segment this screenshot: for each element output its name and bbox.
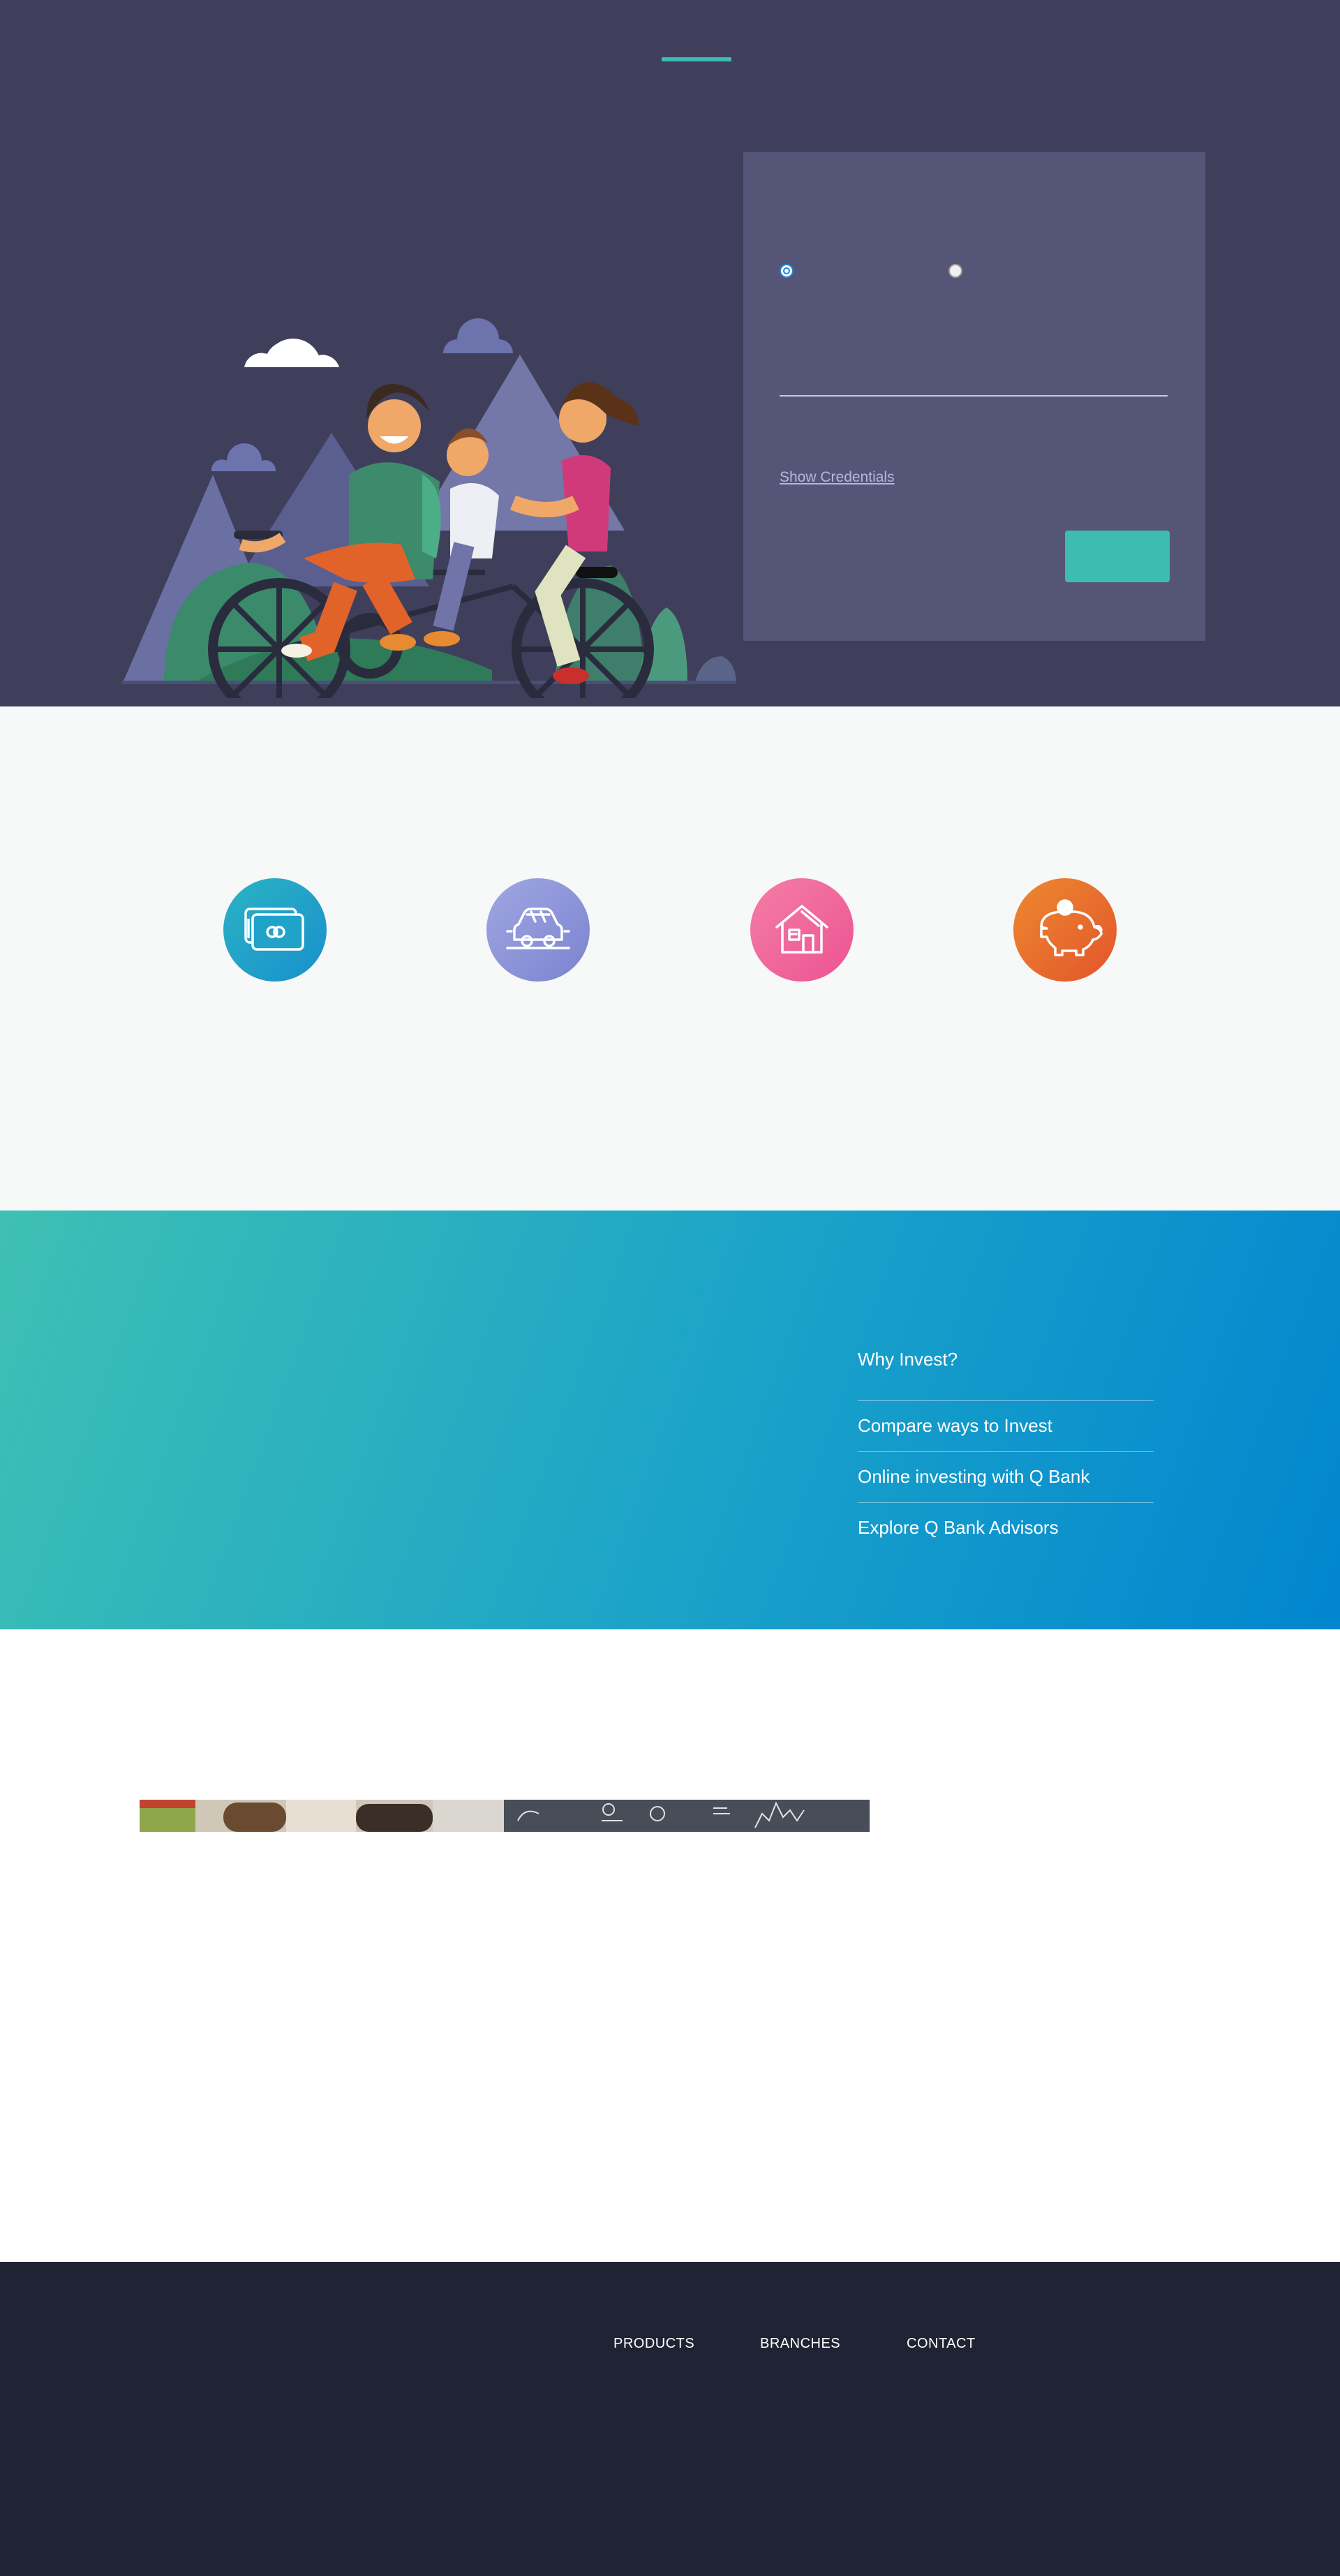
invest-menu-item[interactable]: Compare ways to Invest	[858, 1401, 1154, 1452]
footer-link-branches[interactable]: BRANCHES	[760, 2336, 840, 2352]
house-icon	[775, 905, 828, 954]
chalkboard-photo	[504, 1800, 870, 1832]
account-type-radio[interactable]	[948, 264, 962, 278]
hero-accent-bar	[662, 57, 731, 61]
feature-home-loan[interactable]	[750, 878, 854, 982]
hero-section: Show Credentials	[0, 0, 1340, 706]
feature-auto-loan[interactable]	[486, 878, 590, 982]
invest-menu-item-label[interactable]: Why Invest?	[858, 1350, 1154, 1368]
footer-nav: PRODUCTS BRANCHES CONTACT	[0, 2336, 1340, 2357]
login-input-underline[interactable]	[780, 395, 1168, 397]
invest-menu-item[interactable]: Why Invest?	[858, 1350, 1154, 1401]
cash-card-icon	[244, 908, 304, 951]
invest-menu-item[interactable]: Online investing with Q Bank	[858, 1452, 1154, 1503]
account-type-radio-selected[interactable]	[780, 264, 794, 278]
people-photo	[140, 1800, 504, 1832]
car-icon	[506, 908, 570, 949]
photo-section	[0, 1629, 1340, 2262]
invest-menu: Why Invest? Compare ways to Invest Onlin…	[858, 1350, 1154, 1554]
login-submit-button[interactable]	[1065, 531, 1170, 582]
footer-link-products[interactable]: PRODUCTS	[613, 2336, 694, 2352]
invest-menu-item[interactable]: Explore Q Bank Advisors	[858, 1503, 1154, 1554]
invest-menu-item-label[interactable]: Explore Q Bank Advisors	[858, 1518, 1154, 1537]
login-panel: Show Credentials	[743, 152, 1205, 641]
invest-section: Why Invest? Compare ways to Invest Onlin…	[0, 1211, 1340, 1629]
invest-menu-item-label[interactable]: Compare ways to Invest	[858, 1416, 1154, 1435]
site-footer: PRODUCTS BRANCHES CONTACT	[0, 2262, 1340, 2576]
feature-cash-card[interactable]	[223, 878, 327, 982]
footer-link-contact[interactable]: CONTACT	[907, 2336, 976, 2352]
features-section	[0, 706, 1340, 1211]
family-bicycle-illustration	[122, 318, 736, 698]
feature-savings[interactable]	[1013, 878, 1117, 982]
show-credentials-link[interactable]: Show Credentials	[780, 469, 895, 486]
invest-menu-item-label[interactable]: Online investing with Q Bank	[858, 1467, 1154, 1486]
piggy-bank-icon	[1040, 899, 1103, 956]
cloud-icon	[244, 339, 339, 367]
